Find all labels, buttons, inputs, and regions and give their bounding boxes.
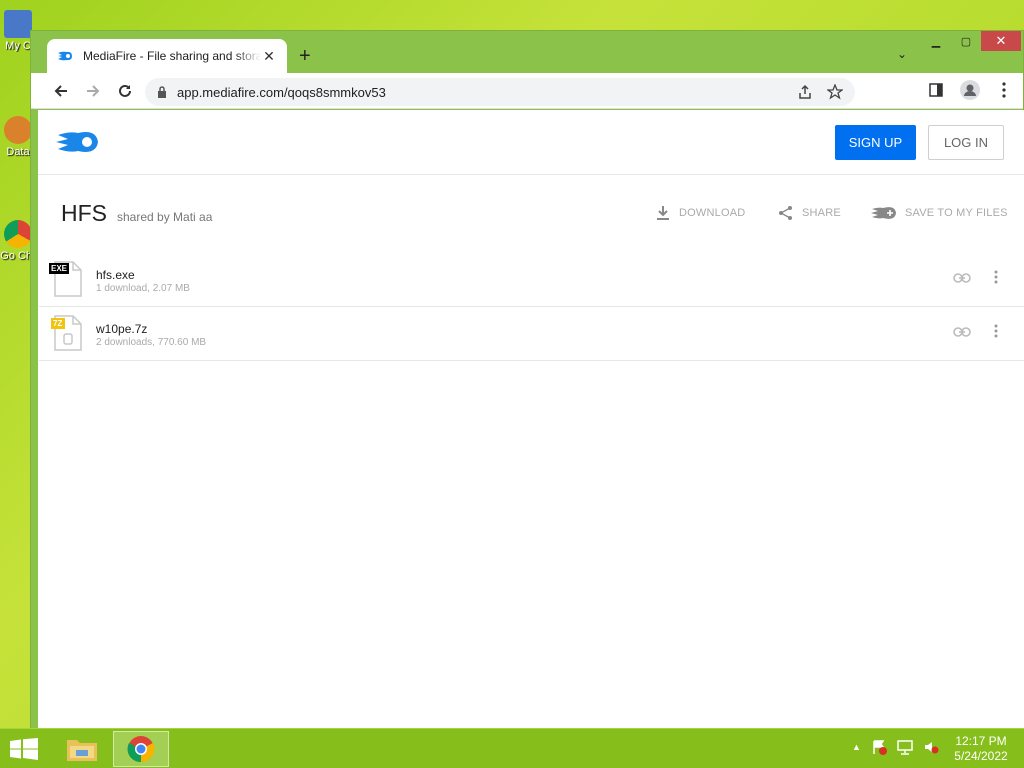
- file-meta: 2 downloads, 770.60 MB: [96, 337, 207, 348]
- volume-muted-icon[interactable]: [923, 739, 939, 755]
- file-meta: 1 download, 2.07 MB: [96, 283, 190, 294]
- address-bar[interactable]: app.mediafire.com/qoqs8smmkov53: [145, 78, 855, 106]
- copy-link-button[interactable]: [953, 271, 971, 289]
- share-button[interactable]: SHARE: [778, 205, 841, 221]
- reload-icon: [119, 84, 131, 97]
- taskbar: ▲ 12:17 PM 5/24/2022: [0, 728, 1024, 768]
- site-header: SIGN UP LOG IN: [38, 110, 1024, 175]
- link-icon: [953, 327, 971, 337]
- menu-button[interactable]: [991, 77, 1017, 103]
- browser-window: MediaFire - File sharing and storage mad…: [30, 30, 1024, 738]
- file-type-badge: 7Z: [53, 319, 63, 328]
- taskbar-file-explorer[interactable]: [54, 731, 110, 767]
- share-page-icon[interactable]: [797, 84, 813, 100]
- minimize-button[interactable]: ▁: [921, 31, 951, 51]
- desktop-icon-label: My C: [5, 40, 31, 52]
- chrome-icon: [4, 220, 32, 248]
- lock-icon: [158, 86, 166, 98]
- desktop-icon-label: Data: [6, 146, 30, 158]
- folder-bar: HFS shared by Mati aa DOWNLOAD SHARE SAV…: [38, 175, 1024, 253]
- tab-strip: MediaFire - File sharing and storage mad…: [31, 31, 1023, 73]
- windows-logo-icon: [10, 738, 38, 760]
- more-vert-icon: [994, 270, 998, 284]
- forward-button[interactable]: [77, 75, 109, 107]
- copy-link-button[interactable]: [953, 325, 971, 343]
- sign-up-button[interactable]: SIGN UP: [835, 125, 916, 160]
- file-row[interactable]: EXE hfs.exe 1 download, 2.07 MB: [39, 253, 1024, 307]
- folder-title: HFS: [61, 200, 107, 226]
- log-in-button[interactable]: LOG IN: [928, 125, 1004, 160]
- side-panel-button[interactable]: [923, 77, 949, 103]
- tab-close-icon[interactable]: ✕: [261, 48, 277, 65]
- new-tab-button[interactable]: +: [299, 45, 311, 68]
- tab-title: MediaFire - File sharing and storage mad…: [83, 49, 261, 63]
- mediafire-logo-icon[interactable]: [56, 128, 100, 161]
- download-button[interactable]: DOWNLOAD: [655, 205, 745, 221]
- kebab-menu-icon: [1002, 82, 1006, 98]
- share-label: SHARE: [802, 207, 841, 219]
- atom-icon: [4, 116, 32, 144]
- chrome-icon: [127, 736, 155, 763]
- file-name[interactable]: w10pe.7z: [96, 322, 147, 336]
- profile-button[interactable]: [957, 77, 983, 103]
- side-panel-icon: [929, 83, 943, 97]
- share-icon: [779, 206, 792, 220]
- reload-button[interactable]: [109, 75, 141, 107]
- more-vert-icon: [994, 324, 998, 338]
- taskbar-chrome[interactable]: [113, 731, 169, 767]
- tab-search-icon[interactable]: ⌄: [897, 47, 907, 61]
- shared-by-text: shared by Mati aa: [117, 210, 213, 224]
- clock[interactable]: 12:17 PM 5/24/2022: [950, 734, 1012, 764]
- network-icon[interactable]: [897, 739, 913, 755]
- back-button[interactable]: [45, 75, 77, 107]
- mediafire-favicon-icon: [57, 48, 73, 64]
- page-content: SIGN UP LOG IN HFS shared by Mati aa DOW…: [38, 110, 1024, 730]
- arrow-right-icon: [87, 84, 100, 97]
- tab-mediafire[interactable]: MediaFire - File sharing and storage mad…: [47, 39, 287, 73]
- file-row[interactable]: 7Z w10pe.7z 2 downloads, 770.60 MB: [39, 307, 1024, 361]
- bookmark-star-icon[interactable]: [827, 84, 843, 100]
- url-text: app.mediafire.com/qoqs8smmkov53: [177, 84, 386, 100]
- action-center-flag-icon[interactable]: [871, 739, 887, 755]
- start-button[interactable]: [10, 738, 38, 765]
- folder-icon: [67, 740, 97, 761]
- download-label: DOWNLOAD: [679, 207, 746, 219]
- mediafire-add-icon: [871, 207, 896, 219]
- computer-icon: [4, 10, 32, 38]
- window-controls: ▁ ▢ ✕: [921, 31, 1021, 53]
- link-icon: [953, 273, 971, 283]
- file-more-button[interactable]: [994, 324, 998, 343]
- system-tray: ▲: [852, 739, 939, 755]
- save-to-my-files-button[interactable]: SAVE TO MY FILES: [871, 205, 1008, 221]
- file-more-button[interactable]: [994, 270, 998, 289]
- archive-file-icon: 7Z: [49, 314, 85, 352]
- clock-date: 5/24/2022: [954, 749, 1008, 763]
- close-window-button[interactable]: ✕: [981, 31, 1021, 51]
- file-type-badge: EXE: [51, 264, 68, 273]
- browser-toolbar: app.mediafire.com/qoqs8smmkov53: [31, 73, 1023, 109]
- download-icon: [657, 206, 669, 220]
- save-label: SAVE TO MY FILES: [905, 207, 1008, 219]
- file-name[interactable]: hfs.exe: [96, 268, 135, 282]
- exe-file-icon: EXE: [49, 260, 85, 298]
- maximize-button[interactable]: ▢: [951, 31, 981, 51]
- arrow-left-icon: [54, 84, 67, 97]
- tray-expand-icon[interactable]: ▲: [852, 742, 861, 752]
- clock-time: 12:17 PM: [955, 734, 1007, 748]
- avatar-icon: [960, 80, 980, 100]
